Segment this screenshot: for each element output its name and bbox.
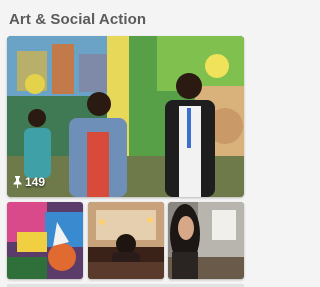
mural-photo: [7, 36, 244, 197]
board-thumbnails: [7, 202, 244, 280]
woman-portrait-image: [168, 202, 244, 279]
candlelit-room-image: [88, 202, 164, 279]
board-thumbnail-3[interactable]: [168, 202, 244, 279]
board-title[interactable]: Art & Social Action: [9, 11, 146, 28]
pin-count-value: 149: [25, 175, 46, 189]
board-card[interactable]: Art & Social Action 149: [0, 0, 253, 287]
pin-count: 149: [13, 175, 45, 189]
board-cover-image[interactable]: 149: [7, 36, 244, 197]
board-thumbnail-2[interactable]: [88, 202, 164, 279]
graffiti-art-image: [7, 202, 83, 279]
board-thumbnail-1[interactable]: [7, 202, 83, 279]
pushpin-icon: [13, 176, 22, 188]
